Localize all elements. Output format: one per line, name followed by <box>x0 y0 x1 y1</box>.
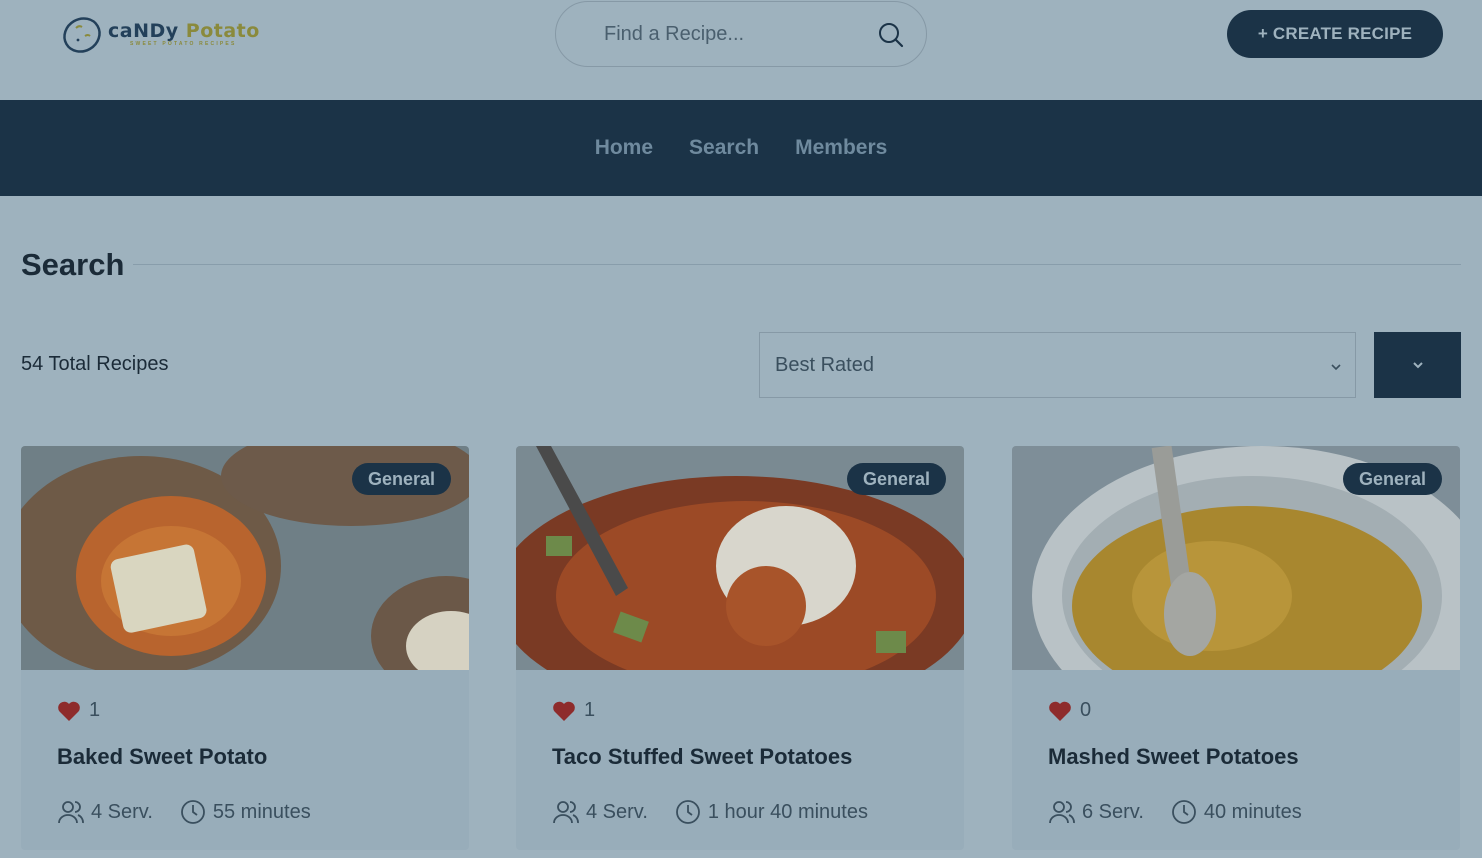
recipe-meta: 4 Serv. 1 hour 40 minutes <box>552 798 868 826</box>
site-header: caNDy Potato SWEET POTATO RECIPES + CREA… <box>0 0 1482 100</box>
logo-wordmark: caNDy Potato <box>108 20 260 42</box>
logo-potato-icon <box>63 17 101 53</box>
sort-order-button[interactable] <box>1374 332 1461 398</box>
search-input[interactable] <box>604 22 864 46</box>
heart-icon[interactable] <box>1048 700 1072 722</box>
recipe-meta: 4 Serv. 55 minutes <box>57 798 311 826</box>
users-icon <box>1049 801 1075 824</box>
search-icon[interactable] <box>878 22 904 48</box>
total-recipes-count: 54 Total Recipes <box>21 353 169 375</box>
recipe-card[interactable]: General 0 Mashed Sweet Potatoes 6 Serv. … <box>1012 446 1460 850</box>
recipe-card[interactable]: General 1 Baked Sweet Potato 4 Serv. 55 … <box>21 446 469 850</box>
heart-icon[interactable] <box>57 700 81 722</box>
logo-tagline: SWEET POTATO RECIPES <box>130 41 237 47</box>
category-badge[interactable]: General <box>351 463 451 495</box>
servings: 6 Serv. <box>1082 800 1144 823</box>
site-logo[interactable]: caNDy Potato SWEET POTATO RECIPES <box>60 12 260 56</box>
recipe-card[interactable]: General 1 Taco Stuffed Sweet Potatoes 4 … <box>516 446 964 850</box>
clock-icon <box>675 800 700 824</box>
create-recipe-button[interactable]: + CREATE RECIPE <box>1227 10 1443 58</box>
title-divider <box>133 264 1461 265</box>
likes-counter[interactable]: 1 <box>552 699 595 722</box>
likes-counter[interactable]: 1 <box>57 699 100 722</box>
page-title: Search <box>21 247 125 282</box>
sort-selected-value: Best Rated <box>775 353 874 376</box>
nav-item-search[interactable]: Search <box>689 136 759 160</box>
category-badge[interactable]: General <box>1342 463 1442 495</box>
chevron-down-icon <box>1412 362 1423 369</box>
sort-select[interactable]: Best Rated <box>759 332 1356 398</box>
likes-counter[interactable]: 0 <box>1048 699 1091 722</box>
servings: 4 Serv. <box>91 800 153 823</box>
likes-count: 1 <box>584 699 596 721</box>
recipe-search-box <box>555 1 927 67</box>
recipe-title[interactable]: Taco Stuffed Sweet Potatoes <box>552 744 852 770</box>
clock-icon <box>1171 800 1196 824</box>
main-nav: Home Search Members <box>0 100 1482 196</box>
users-icon <box>553 801 579 824</box>
nav-item-members[interactable]: Members <box>795 136 887 160</box>
users-icon <box>58 801 84 824</box>
cook-time: 55 minutes <box>212 800 311 823</box>
nav-item-home[interactable]: Home <box>595 136 653 160</box>
recipe-meta: 6 Serv. 40 minutes <box>1048 798 1302 826</box>
recipe-title[interactable]: Baked Sweet Potato <box>57 744 267 770</box>
category-badge[interactable]: General <box>846 463 946 495</box>
chevron-down-icon <box>1331 364 1341 371</box>
likes-count: 1 <box>89 699 101 721</box>
recipe-title[interactable]: Mashed Sweet Potatoes <box>1048 744 1299 770</box>
cook-time: 40 minutes <box>1203 800 1302 823</box>
heart-icon[interactable] <box>552 700 576 722</box>
cook-time: 1 hour 40 minutes <box>707 800 868 823</box>
servings: 4 Serv. <box>586 800 648 823</box>
likes-count: 0 <box>1080 699 1092 721</box>
clock-icon <box>180 800 205 824</box>
